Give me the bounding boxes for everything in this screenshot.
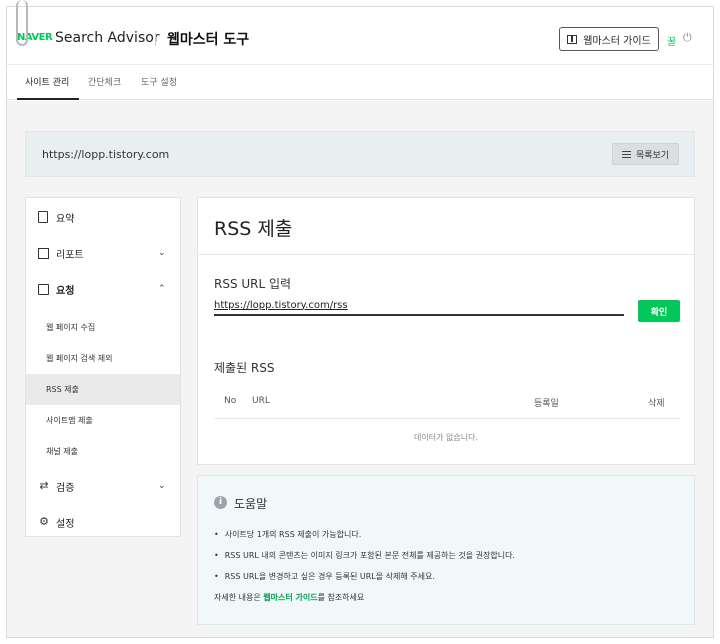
help-bullet: 사이트당 1개의 RSS 제출이 가능합니다. xyxy=(214,529,362,540)
column-header-url: URL xyxy=(252,396,270,406)
page-title: RSS 제출 xyxy=(214,218,293,240)
header: NAVER Search Advisor 웹마스터 도구 웹마스터 가이드 꿀 … xyxy=(7,7,713,65)
sidebar-item-label: 리포트 xyxy=(56,249,84,261)
tab-site-management[interactable]: 사이트 관리 xyxy=(25,75,69,88)
sidebar-item-label: 요청 xyxy=(56,285,75,297)
sidebar-item-report[interactable]: 리포트 ⌄ xyxy=(26,236,180,270)
chevron-down-icon: ⌄ xyxy=(158,481,166,491)
gear-icon: ⚙ xyxy=(39,515,49,528)
help-bullet: RSS URL을 변경하고 싶은 경우 등록된 URL을 삭제해 주세요. xyxy=(214,571,435,582)
column-header-delete: 삭제 xyxy=(648,399,665,409)
webmaster-guide-link[interactable]: 웹마스터 가이드 xyxy=(263,593,317,602)
sidebar-item-settings[interactable]: ⚙ 설정 xyxy=(26,505,180,539)
empty-table-message: 데이터가 없습니다. xyxy=(414,433,478,442)
column-header-no: No xyxy=(224,396,237,406)
help-footer: 자세한 내용은 웹마스터 가이드를 참조하세요 xyxy=(214,592,364,603)
list-icon xyxy=(621,150,631,158)
chevron-up-icon: ⌃ xyxy=(158,284,166,294)
help-box: i 도움말 사이트당 1개의 RSS 제출이 가능합니다. RSS URL 내의… xyxy=(197,475,695,625)
checkbox-icon xyxy=(38,283,49,295)
guide-button-label: 웹마스터 가이드 xyxy=(583,35,651,47)
sidebar-item-summary[interactable]: 요약 xyxy=(26,200,180,234)
chevron-down-icon: ⌄ xyxy=(158,248,166,258)
paperclip-icon xyxy=(16,0,28,46)
chart-icon xyxy=(38,247,49,259)
help-title: 도움말 xyxy=(234,497,268,511)
submitted-rss-title: 제출된 RSS xyxy=(214,361,275,375)
sidebar-sub-web-exclude[interactable]: 웹 페이지 검색 제외 xyxy=(26,343,180,374)
column-header-date: 등록일 xyxy=(534,399,559,409)
site-url-bar: https://lopp.tistory.com 목록보기 xyxy=(25,131,695,177)
book-icon xyxy=(567,34,578,44)
sidebar-item-verify[interactable]: ⇄ 검증 ⌄ xyxy=(26,469,180,503)
tab-tool-settings[interactable]: 도구 설정 xyxy=(141,75,177,88)
divider xyxy=(198,254,694,255)
sidebar-sub-label: 사이트맵 제출 xyxy=(46,416,93,425)
tool-title: 웹마스터 도구 xyxy=(167,32,250,48)
list-view-button[interactable]: 목록보기 xyxy=(612,143,679,165)
sidebar: 요약 리포트 ⌄ 요청 ⌃ 웹 페이지 수집 웹 페이지 검색 제외 RSS 제… xyxy=(25,197,181,537)
sidebar-sub-label: 채널 제출 xyxy=(46,447,78,456)
sidebar-sub-web-collect[interactable]: 웹 페이지 수집 xyxy=(26,312,180,343)
tab-quick-check[interactable]: 간단체크 xyxy=(88,75,121,88)
rss-submit-card: RSS 제출 RSS URL 입력 확인 제출된 RSS No URL 등록일 … xyxy=(197,197,695,465)
header-divider xyxy=(155,33,156,46)
brand-title[interactable]: Search Advisor xyxy=(55,30,160,46)
list-button-label: 목록보기 xyxy=(635,149,670,160)
confirm-button[interactable]: 확인 xyxy=(638,300,680,322)
sidebar-item-label: 검증 xyxy=(56,482,75,494)
table-header-divider xyxy=(214,418,680,419)
help-bullet: RSS URL 내의 콘텐츠는 이미지 링크가 포함된 본문 전체를 제공하는 … xyxy=(214,550,515,561)
webmaster-guide-button[interactable]: 웹마스터 가이드 xyxy=(559,27,659,51)
sidebar-sub-label: 웹 페이지 수집 xyxy=(46,323,96,332)
sidebar-item-request[interactable]: 요청 ⌃ xyxy=(26,272,180,306)
sidebar-sub-label: RSS 제출 xyxy=(46,385,79,394)
sidebar-sub-label: 웹 페이지 검색 제외 xyxy=(46,354,113,363)
power-icon[interactable]: ⏻ xyxy=(683,31,692,45)
browser-frame: NAVER Search Advisor 웹마스터 도구 웹마스터 가이드 꿀 … xyxy=(6,6,714,638)
user-name[interactable]: 꿀 xyxy=(667,33,676,48)
repeat-icon: ⇄ xyxy=(39,479,49,492)
sidebar-sub-sitemap-submit[interactable]: 사이트맵 제출 xyxy=(26,405,180,436)
help-footer-text: 자세한 내용은 xyxy=(214,593,264,602)
info-icon: i xyxy=(214,496,227,509)
rss-url-input[interactable] xyxy=(214,296,624,316)
site-url: https://lopp.tistory.com xyxy=(42,148,170,161)
tab-bar: 사이트 관리 간단체크 도구 설정 xyxy=(7,65,713,100)
sidebar-sub-rss-submit[interactable]: RSS 제출 xyxy=(26,374,180,405)
sidebar-item-label: 설정 xyxy=(56,518,75,530)
sidebar-item-label: 요약 xyxy=(56,213,75,225)
help-footer-text: 를 참조하세요 xyxy=(317,593,365,602)
document-icon xyxy=(38,211,48,223)
sidebar-sub-channel-submit[interactable]: 채널 제출 xyxy=(26,436,180,467)
rss-url-input-label: RSS URL 입력 xyxy=(214,277,292,291)
active-tab-indicator xyxy=(17,98,79,100)
